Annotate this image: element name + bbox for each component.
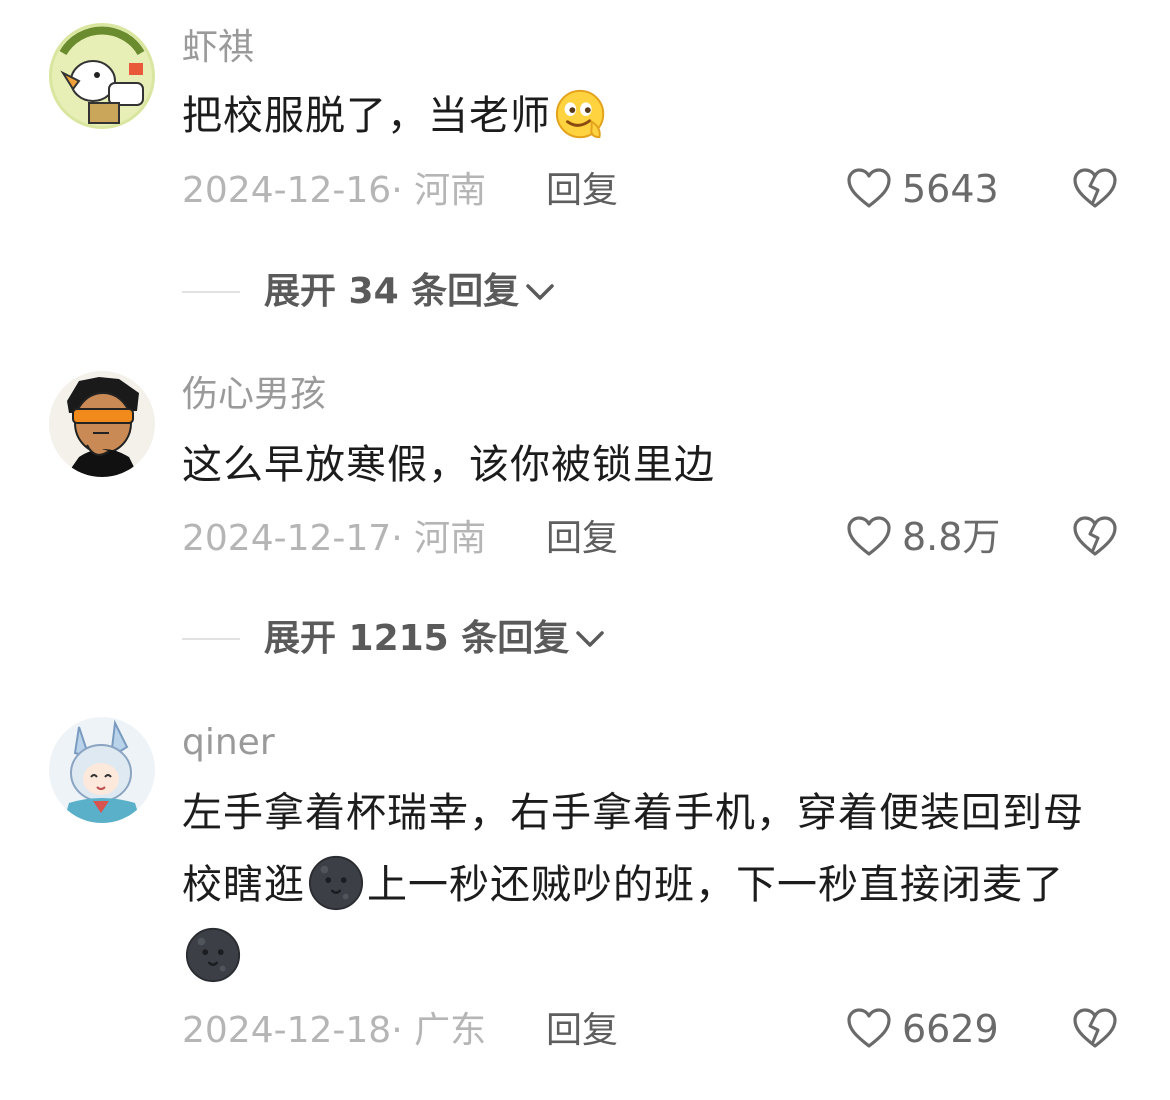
dislike-button[interactable]: [1072, 516, 1118, 558]
comment-text: 这么早放寒假，该你被锁里边: [182, 429, 1122, 501]
comment-date: 2024-12-17: [182, 518, 392, 559]
new-moon-face-icon: [308, 855, 364, 911]
expand-replies-label: 展开 1215 条回复: [264, 618, 570, 659]
reply-button[interactable]: 回复: [546, 173, 618, 209]
meta-separator: ·: [391, 1010, 415, 1051]
avatar-cartoon-image: [49, 371, 155, 477]
comment-date: 2024-12-18: [182, 1010, 392, 1051]
username[interactable]: qiner: [182, 725, 275, 761]
new-moon-face-icon: [185, 927, 241, 983]
heart-icon: [847, 168, 891, 208]
divider-line: [182, 291, 240, 293]
avatar-duck-image: [49, 23, 155, 129]
comment-date: 2024-12-16: [182, 170, 392, 211]
comment-text: 把校服脱了，当老师: [182, 80, 1122, 152]
like-count: 5643: [902, 167, 999, 211]
avatar[interactable]: [49, 371, 155, 477]
like-count: 8.8万: [902, 515, 1001, 559]
like-button[interactable]: 6629: [846, 1008, 999, 1050]
broken-heart-icon: [1073, 1008, 1117, 1048]
avatar[interactable]: [49, 23, 155, 129]
expand-replies-label: 展开 34 条回复: [264, 271, 520, 312]
avatar-anime-image: [49, 717, 155, 823]
like-button[interactable]: 5643: [846, 168, 999, 210]
comment-location: 广东: [414, 1010, 487, 1051]
expand-replies[interactable]: 展开 1215 条回复: [182, 621, 605, 657]
meta-separator: ·: [391, 518, 415, 559]
chevron-down-icon: [576, 631, 605, 647]
username[interactable]: 虾祺: [182, 30, 254, 66]
heart-icon: [847, 516, 891, 556]
dislike-button[interactable]: [1072, 1008, 1118, 1050]
comment-meta: 2024-12-18· 广东: [182, 1013, 486, 1049]
avatar[interactable]: [49, 717, 155, 823]
comment-text-part: 这么早放寒假，该你被锁里边: [182, 442, 715, 488]
comment-location: 河南: [414, 170, 487, 211]
like-count: 6629: [902, 1007, 999, 1051]
heart-icon: [847, 1008, 891, 1048]
divider-line: [182, 638, 240, 640]
username[interactable]: 伤心男孩: [182, 377, 326, 413]
like-button[interactable]: 8.8万: [846, 516, 1000, 558]
reply-button[interactable]: 回复: [546, 521, 618, 557]
dislike-button[interactable]: [1072, 168, 1118, 210]
comment-text: 左手拿着杯瑞幸，右手拿着手机，穿着便装回到母校瞎逛 上一秒还贼吵的班，下一秒直接…: [182, 777, 1122, 993]
comment-meta: 2024-12-16· 河南: [182, 173, 486, 209]
chevron-down-icon: [526, 284, 554, 300]
comment-meta: 2024-12-17· 河南: [182, 521, 486, 557]
comment-text-part: 把校服脱了，当老师: [182, 93, 551, 139]
meta-separator: ·: [391, 170, 415, 211]
broken-heart-icon: [1073, 516, 1117, 556]
expand-replies[interactable]: 展开 34 条回复: [182, 274, 555, 310]
drooling-face-icon: [555, 89, 605, 139]
comment-location: 河南: [414, 518, 487, 559]
broken-heart-icon: [1073, 168, 1117, 208]
reply-button[interactable]: 回复: [546, 1013, 618, 1049]
comment-text-part: 上一秒还贼吵的班，下一秒直接闭麦了: [367, 862, 1064, 908]
